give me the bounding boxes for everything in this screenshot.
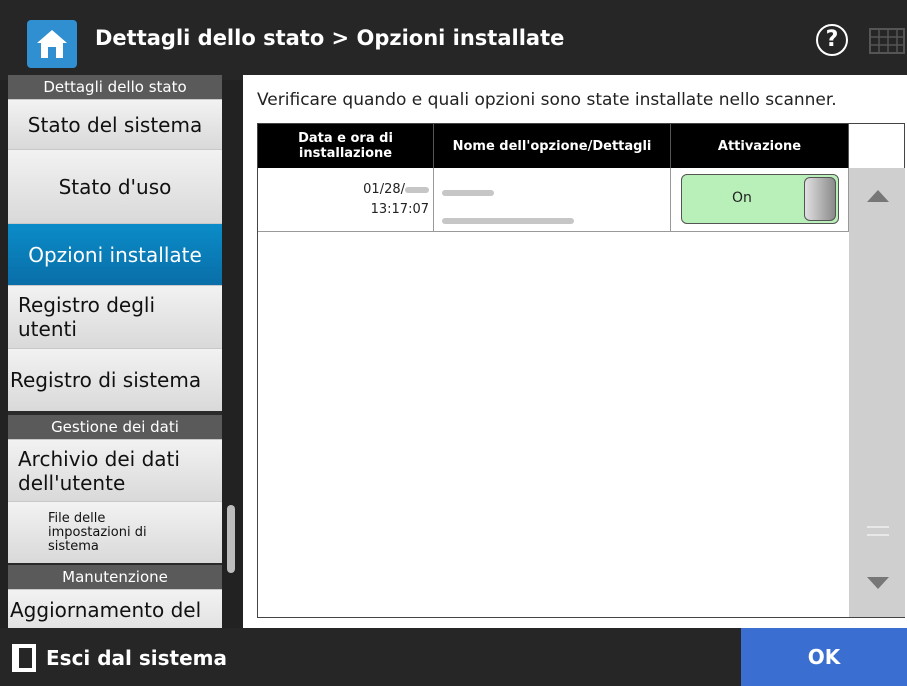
install-datetime-cell: 01/28/ 13:17:07	[258, 168, 434, 232]
keyboard-button[interactable]	[869, 26, 905, 56]
sidebar-item-update[interactable]: Aggiornamento del	[8, 589, 222, 628]
table-scrollbar[interactable]	[849, 168, 905, 617]
sidebar-group-status-details: Dettagli dello stato	[8, 75, 222, 99]
redacted-option-code	[442, 189, 494, 196]
redacted-year	[405, 186, 429, 193]
sidebar-group-maintenance: Manutenzione	[8, 565, 222, 589]
header-bar: Dettagli dello stato > Opzioni installat…	[0, 0, 907, 80]
sidebar-item-label: Registro di sistema	[10, 368, 202, 392]
scroll-grip-icon[interactable]	[867, 526, 889, 536]
logout-icon	[12, 644, 36, 672]
option-name-cell	[434, 168, 671, 232]
sidebar-item-system-log[interactable]: Registro di sistema	[8, 348, 222, 411]
main-content: Verificare quando e quali opzioni sono s…	[243, 75, 907, 628]
home-button[interactable]	[27, 20, 77, 68]
ok-button[interactable]: OK	[741, 628, 907, 686]
logout-button[interactable]: Esci dal sistema	[12, 639, 227, 677]
help-icon: ?	[825, 27, 839, 52]
footer-bar: Esci dal sistema OK	[0, 628, 907, 686]
help-button[interactable]: ?	[816, 24, 848, 56]
activation-toggle[interactable]: On	[681, 174, 839, 224]
scroll-up-icon[interactable]	[867, 190, 889, 202]
install-time: 13:17:07	[370, 202, 429, 217]
sidebar-group-data-management: Gestione dei dati	[8, 415, 222, 439]
description-text: Verificare quando e quali opzioni sono s…	[257, 90, 837, 110]
screen: Dettagli dello stato > Opzioni installat…	[0, 0, 907, 686]
sidebar-item-label: Archivio dei dati dell'utente	[18, 446, 180, 495]
column-header-name: Nome dell'opzione/Dettagli	[434, 124, 671, 168]
sidebar-item-user-log[interactable]: Registro degli utenti	[8, 285, 222, 348]
logout-label: Esci dal sistema	[46, 646, 227, 670]
toggle-label: On	[732, 190, 752, 206]
activation-cell: On	[671, 168, 849, 232]
sidebar-item-installed-options[interactable]: Opzioni installate	[8, 223, 222, 285]
keyboard-icon	[869, 28, 905, 54]
options-table: Data e ora di installazione Nome dell'op…	[257, 123, 905, 618]
redacted-option-details	[442, 217, 574, 224]
table-row[interactable]: 01/28/ 13:17:07 On	[258, 168, 849, 232]
sidebar-item-system-status[interactable]: Stato del sistema	[8, 99, 222, 149]
sidebar-item-user-data-backup[interactable]: Archivio dei dati dell'utente	[8, 439, 222, 501]
sidebar: Dettagli dello stato Stato del sistema S…	[8, 75, 222, 628]
sidebar-item-label: Opzioni installate	[28, 242, 202, 267]
toggle-knob[interactable]	[804, 177, 836, 221]
scroll-down-icon[interactable]	[867, 577, 889, 589]
sidebar-item-label: Stato d'uso	[58, 174, 172, 199]
sidebar-item-label: Stato del sistema	[27, 112, 203, 137]
column-header-activation: Attivazione	[671, 124, 849, 168]
install-date: 01/28/	[363, 182, 405, 197]
page-title: Dettagli dello stato > Opzioni installat…	[95, 26, 565, 50]
sidebar-item-usage-status[interactable]: Stato d'uso	[8, 149, 222, 223]
sidebar-item-label: Aggiornamento del	[10, 598, 202, 622]
sidebar-item-label: File delle impostazioni di sistema	[48, 510, 147, 554]
home-icon	[37, 30, 67, 58]
sidebar-scroll-thumb[interactable]	[227, 505, 235, 573]
sidebar-item-label: Registro degli utenti	[18, 293, 156, 341]
sidebar-item-system-settings-file[interactable]: File delle impostazioni di sistema	[8, 501, 222, 563]
column-header-date: Data e ora di installazione	[258, 124, 434, 168]
